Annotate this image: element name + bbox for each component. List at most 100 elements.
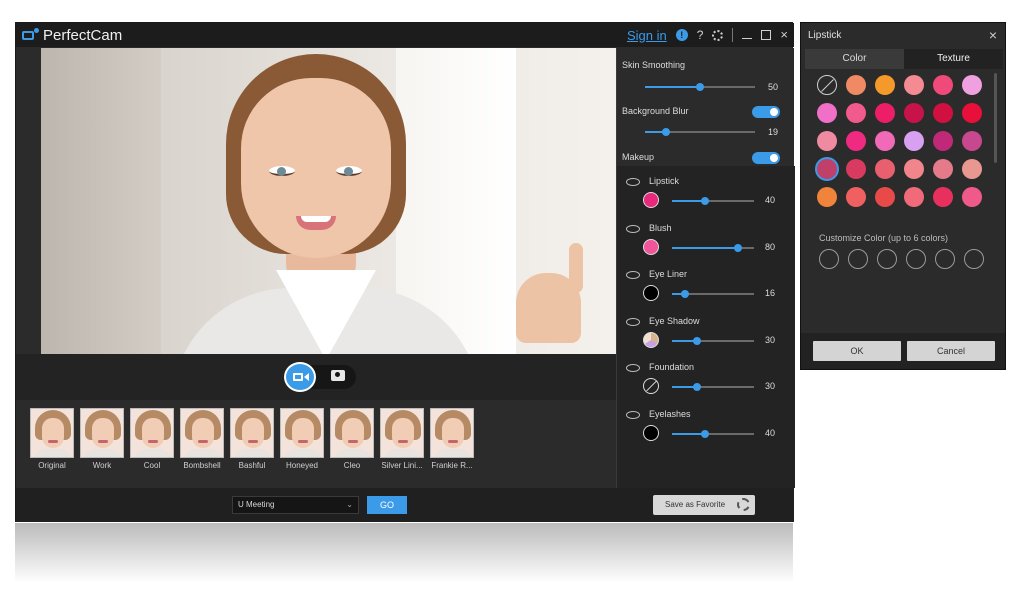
meeting-app-dropdown[interactable]: U Meeting ⌄ xyxy=(232,496,359,514)
preview-background-wall xyxy=(41,48,161,354)
lipstick-color-swatch[interactable] xyxy=(933,75,953,95)
lipstick-color-swatch[interactable] xyxy=(962,75,982,95)
makeup-list: Lipstick 40 Blush 80 Eye Liner 16 Eye Shadow 30… xyxy=(617,166,795,488)
background-blur-toggle[interactable] xyxy=(752,106,780,118)
lipstick-color-swatch[interactable] xyxy=(875,131,895,151)
lipstick-color-swatch[interactable] xyxy=(875,103,895,123)
lipstick-color-swatch[interactable] xyxy=(962,187,982,207)
window-reflection xyxy=(15,523,793,583)
custom-color-slot[interactable] xyxy=(877,249,897,269)
close-icon[interactable]: × xyxy=(989,27,997,43)
makeup-intensity-slider[interactable] xyxy=(672,429,754,438)
lipstick-color-swatch[interactable] xyxy=(904,103,924,123)
go-button[interactable]: GO xyxy=(367,496,407,514)
preset-1[interactable]: Work xyxy=(80,408,124,474)
makeup-item-label: Lipstick xyxy=(649,176,680,186)
help-button[interactable]: ? xyxy=(697,28,704,42)
preset-thumbnail xyxy=(430,408,474,458)
camera-logo-icon xyxy=(22,28,40,42)
lipstick-color-swatch[interactable] xyxy=(904,131,924,151)
lipstick-color-swatch[interactable] xyxy=(817,131,837,151)
preset-2[interactable]: Cool xyxy=(130,408,174,474)
lipstick-color-swatch[interactable] xyxy=(933,159,953,179)
custom-color-slot[interactable] xyxy=(964,249,984,269)
preset-4[interactable]: Bashful xyxy=(230,408,274,474)
preset-7[interactable]: Silver Lini... xyxy=(380,408,424,474)
lipstick-color-swatch[interactable] xyxy=(846,131,866,151)
preset-label: Cleo xyxy=(343,461,361,470)
preview-person-face xyxy=(241,78,391,258)
makeup-color-swatch[interactable] xyxy=(643,285,659,301)
favorite-icon xyxy=(737,498,750,511)
sign-in-link[interactable]: Sign in xyxy=(627,28,667,43)
lipstick-color-swatch[interactable] xyxy=(846,103,866,123)
notification-icon[interactable]: ! xyxy=(675,29,688,41)
background-blur-value: 19 xyxy=(767,127,778,137)
preset-label: Work xyxy=(92,461,112,470)
custom-color-slot[interactable] xyxy=(935,249,955,269)
custom-color-slot[interactable] xyxy=(848,249,868,269)
makeup-row-0: Lipstick 40 xyxy=(617,176,795,222)
lipstick-dialog-footer: OK Cancel xyxy=(801,333,1005,369)
maximize-icon[interactable] xyxy=(761,30,772,40)
makeup-toggle[interactable] xyxy=(752,152,780,164)
lipstick-color-swatch[interactable] xyxy=(846,75,866,95)
lipstick-color-swatch[interactable] xyxy=(817,103,837,123)
lipstick-color-swatch[interactable] xyxy=(904,159,924,179)
makeup-intensity-slider[interactable] xyxy=(672,197,754,205)
lipstick-color-swatch[interactable] xyxy=(846,187,866,207)
lipstick-color-swatch[interactable] xyxy=(875,159,895,179)
lipstick-color-swatch[interactable] xyxy=(933,187,953,207)
makeup-row-5: Eyelashes 40 xyxy=(617,409,795,455)
tab-texture[interactable]: Texture xyxy=(904,49,1003,69)
makeup-color-swatch[interactable] xyxy=(643,424,659,441)
close-icon[interactable]: × xyxy=(780,28,788,41)
lipstick-color-swatch[interactable] xyxy=(904,75,924,95)
preset-8[interactable]: Frankie R... xyxy=(430,408,474,474)
no-color-swatch[interactable] xyxy=(817,75,837,95)
lipstick-color-swatch[interactable] xyxy=(875,75,895,95)
makeup-label: Makeup xyxy=(622,152,655,162)
lipstick-color-swatch[interactable] xyxy=(817,159,837,179)
lipstick-color-swatch[interactable] xyxy=(817,187,837,207)
gear-icon[interactable] xyxy=(712,29,724,41)
cancel-button[interactable]: Cancel xyxy=(907,341,995,361)
makeup-color-swatch[interactable] xyxy=(643,331,659,348)
save-as-favorite-button[interactable]: Save as Favorite xyxy=(653,495,755,515)
lipstick-color-swatch[interactable] xyxy=(875,187,895,207)
meeting-app-value: U Meeting xyxy=(238,500,275,509)
lipstick-color-swatch[interactable] xyxy=(846,159,866,179)
video-mode-button[interactable] xyxy=(284,362,316,392)
minimize-icon[interactable] xyxy=(742,30,753,40)
video-camera-icon xyxy=(293,373,303,381)
lipstick-color-swatch[interactable] xyxy=(962,131,982,151)
makeup-intensity-slider[interactable] xyxy=(672,336,754,345)
background-blur-slider[interactable] xyxy=(645,128,755,136)
lipstick-color-swatch[interactable] xyxy=(933,131,953,151)
preset-5[interactable]: Honeyed xyxy=(280,408,324,474)
makeup-color-swatch[interactable] xyxy=(643,192,659,208)
lipstick-color-swatch[interactable] xyxy=(933,103,953,123)
makeup-color-swatch[interactable] xyxy=(643,378,659,394)
lipstick-color-swatch[interactable] xyxy=(904,187,924,207)
preview-person-eye-left xyxy=(269,166,295,176)
makeup-intensity-slider[interactable] xyxy=(672,243,754,252)
custom-color-slot[interactable] xyxy=(906,249,926,269)
makeup-intensity-slider[interactable] xyxy=(672,383,754,391)
preset-6[interactable]: Cleo xyxy=(330,408,374,474)
tab-color[interactable]: Color xyxy=(805,49,904,69)
makeup-color-swatch[interactable] xyxy=(643,238,659,255)
color-grid-scrollbar[interactable] xyxy=(994,73,997,163)
ok-button[interactable]: OK xyxy=(813,341,901,361)
screenshot-stage: PerfectCam Sign in ! ? × Original Work C… xyxy=(0,0,1020,594)
makeup-intensity-slider[interactable] xyxy=(672,290,754,298)
custom-color-slot[interactable] xyxy=(819,249,839,269)
lipstick-color-swatch[interactable] xyxy=(962,159,982,179)
lipstick-color-swatch[interactable] xyxy=(962,103,982,123)
lipstick-dialog: Lipstick × Color Texture Customize Color… xyxy=(800,22,1006,370)
preset-3[interactable]: Bombshell xyxy=(180,408,224,474)
skin-smoothing-slider[interactable] xyxy=(645,83,755,91)
preset-0[interactable]: Original xyxy=(30,408,74,474)
photo-camera-icon[interactable] xyxy=(331,370,345,381)
preset-thumbnail xyxy=(330,408,374,458)
